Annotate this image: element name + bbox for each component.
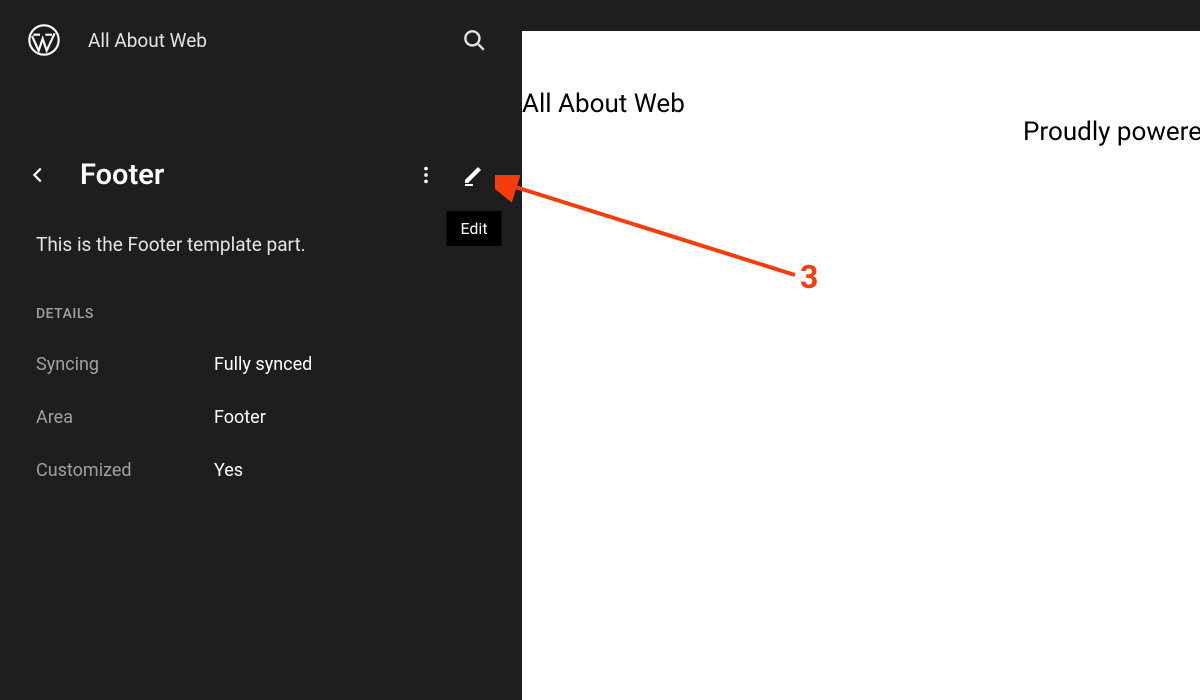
wordpress-logo-icon[interactable] xyxy=(28,24,60,56)
page-title: Footer xyxy=(80,158,398,192)
edit-button[interactable]: Edit xyxy=(454,155,494,195)
detail-label: Area xyxy=(36,407,214,428)
preview-site-title: All About Web xyxy=(522,89,1200,119)
detail-value: Yes xyxy=(214,460,243,481)
panel-description: This is the Footer template part. xyxy=(0,233,522,256)
chevron-left-icon xyxy=(27,164,49,186)
pencil-icon xyxy=(462,163,486,187)
detail-row-customized: Customized Yes xyxy=(0,460,522,481)
search-button[interactable] xyxy=(454,20,494,60)
panel-header: Footer Edit xyxy=(0,155,522,195)
detail-label: Customized xyxy=(36,460,214,481)
search-icon xyxy=(461,27,487,53)
more-vertical-icon xyxy=(415,164,437,186)
back-button[interactable] xyxy=(18,155,58,195)
preview-credit: Proudly powere xyxy=(1023,117,1200,147)
site-title: All About Web xyxy=(88,29,454,52)
edit-tooltip: Edit xyxy=(446,211,501,246)
settings-sidebar: All About Web Footer xyxy=(0,0,522,700)
detail-label: Syncing xyxy=(36,354,214,375)
detail-row-area: Area Footer xyxy=(0,407,522,428)
topbar: All About Web xyxy=(0,0,522,80)
more-options-button[interactable] xyxy=(406,155,446,195)
template-preview: All About Web Proudly powere xyxy=(522,31,1200,700)
detail-value: Fully synced xyxy=(214,354,312,375)
detail-row-syncing: Syncing Fully synced xyxy=(0,354,522,375)
detail-value: Footer xyxy=(214,407,266,428)
details-section-label: DETAILS xyxy=(0,306,522,322)
